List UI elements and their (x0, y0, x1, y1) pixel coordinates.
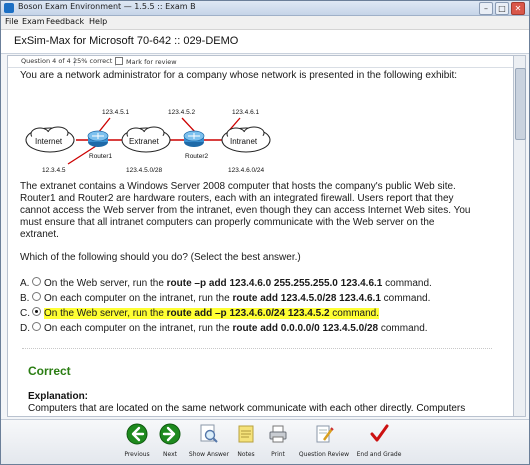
menu-bar: File Exam Feedback Help (1, 16, 529, 30)
network-extranet: 123.4.5.0/28 (126, 167, 163, 174)
answer-letter: C. (20, 308, 30, 319)
question-counter: Question 4 of 4 (18, 57, 75, 66)
mark-review-label: Mark for review (126, 58, 177, 66)
question-pane: Question 4 of 4 25% correct Mark for rev… (7, 55, 514, 417)
label-router2: Router2 (185, 153, 209, 160)
close-button[interactable]: ✕ (511, 2, 525, 15)
checkmark-icon (370, 424, 389, 442)
mark-for-review[interactable]: Mark for review (112, 57, 180, 66)
answer-suffix: command. (382, 278, 432, 289)
answer-command: route add 0.0.0.0/0 123.4.5.0/28 (232, 323, 379, 334)
previous-label: Previous (124, 451, 150, 458)
exam-window: Boson Exam Environment — 1.5.5 :: Exam B… (0, 0, 530, 465)
menu-file[interactable]: File (5, 17, 18, 26)
menu-exam[interactable]: Exam (22, 17, 44, 26)
answer-letter: D. (20, 323, 30, 334)
answer-suffix: command. (329, 308, 379, 319)
exam-title: ExSim-Max for Microsoft 70-642 :: 029-DE… (14, 35, 239, 47)
scrollbar-thumb[interactable] (515, 68, 526, 140)
result-status: Correct (28, 364, 71, 378)
answer-text: On each computer on the intranet, run th… (44, 323, 233, 334)
answer-radio-c[interactable] (32, 307, 41, 316)
magnifier-icon (200, 424, 218, 443)
question-intro: You are a network administrator for a co… (20, 70, 458, 81)
ip-router1-internet: 12.3.4.5 (42, 167, 66, 174)
answer-radio-d[interactable] (32, 322, 41, 331)
show-answer-button[interactable]: Show Answer (187, 423, 231, 463)
question-review-button[interactable]: Question Review (295, 423, 353, 463)
notes-button[interactable]: Notes (231, 423, 261, 463)
window-title: Boson Exam Environment — 1.5.5 :: Exam B (18, 2, 196, 11)
section-divider (22, 348, 492, 349)
show-answer-label: Show Answer (188, 451, 230, 458)
minimize-button[interactable]: – (479, 2, 493, 15)
answer-command: route add 123.4.5.0/28 123.4.6.1 (232, 293, 381, 304)
router2-icon (183, 130, 205, 147)
answer-option-d[interactable]: D. On each computer on the intranet, run … (20, 322, 428, 334)
question-body-line: cannot access the Web server from the in… (20, 205, 471, 216)
answer-option-a[interactable]: A. On the Web server, run the route –p ad… (20, 277, 432, 289)
print-label: Print (271, 451, 285, 458)
print-button[interactable]: Print (263, 423, 293, 463)
answer-letter: A. (20, 278, 30, 289)
answer-radio-b[interactable] (32, 292, 41, 301)
question-body-line: extranet. (20, 229, 59, 240)
printer-icon (269, 425, 287, 443)
label-extranet: Extranet (129, 137, 160, 146)
question-status-row: Question 4 of 4 25% correct Mark for rev… (8, 56, 513, 68)
answer-letter: B. (20, 293, 30, 304)
next-label: Next (163, 451, 177, 458)
percent-correct: 25% correct (70, 57, 117, 66)
network-intranet: 123.4.6.0/24 (228, 167, 265, 174)
previous-button[interactable]: Previous (121, 423, 153, 463)
question-body-line: The extranet contains a Windows Server 2… (20, 181, 456, 192)
title-bar: Boson Exam Environment — 1.5.5 :: Exam B… (1, 1, 529, 16)
answer-text: On each computer on the intranet, run th… (44, 293, 233, 304)
question-body-line: must ensure that all intranet computers … (20, 217, 435, 228)
notes-label: Notes (237, 451, 255, 458)
answer-suffix: command. (380, 293, 431, 304)
answer-radio-a[interactable] (32, 277, 41, 286)
question-prompt: Which of the following should you do? (S… (20, 252, 301, 263)
ip-router1-extranet: 123.4.5.1 (102, 109, 129, 116)
bottom-toolbar: Previous Next Show Answer Notes Print Qu… (1, 419, 529, 464)
notes-icon (238, 425, 254, 443)
menu-help[interactable]: Help (89, 17, 107, 26)
answer-text: On the Web server, run the (44, 278, 167, 289)
next-icon (159, 423, 181, 445)
explanation-heading: Explanation: (28, 391, 89, 402)
question-review-label: Question Review (298, 451, 350, 458)
end-and-grade-label: End and Grade (356, 451, 402, 458)
question-body-line: Router1 and Router2 are hardware routers… (20, 193, 454, 204)
answer-option-b[interactable]: B. On each computer on the intranet, run … (20, 292, 430, 304)
label-intranet: Intranet (230, 137, 258, 146)
label-router1: Router1 (89, 153, 113, 160)
router1-icon (87, 130, 109, 147)
label-internet: Internet (35, 137, 63, 146)
end-and-grade-button[interactable]: End and Grade (353, 423, 405, 463)
answer-highlight: On the Web server, run the route add –p … (44, 308, 379, 319)
previous-icon (126, 423, 148, 445)
answer-option-c[interactable]: C. On the Web server, run the route add –… (20, 307, 379, 319)
app-icon (4, 3, 14, 13)
ip-router2-extranet: 123.4.5.2 (168, 109, 195, 116)
menu-feedback[interactable]: Feedback (46, 17, 84, 26)
review-icon (316, 425, 334, 443)
answer-command: route add –p 123.4.6.0/24 123.4.5.2 (166, 308, 330, 319)
answer-suffix: command. (378, 323, 428, 334)
ip-router2-intranet: 123.4.6.1 (232, 109, 259, 116)
maximize-button[interactable]: □ (495, 2, 509, 15)
explanation-text: Computers that are located on the same n… (28, 403, 466, 414)
answer-text: On the Web server, run the (44, 308, 167, 319)
exam-header: ExSim-Max for Microsoft 70-642 :: 029-DE… (1, 30, 529, 54)
answer-command: route –p add 123.4.6.0 255.255.255.0 123… (166, 278, 383, 289)
vertical-scrollbar[interactable] (513, 55, 526, 417)
next-button[interactable]: Next (154, 423, 186, 463)
mark-review-checkbox[interactable] (115, 57, 123, 65)
